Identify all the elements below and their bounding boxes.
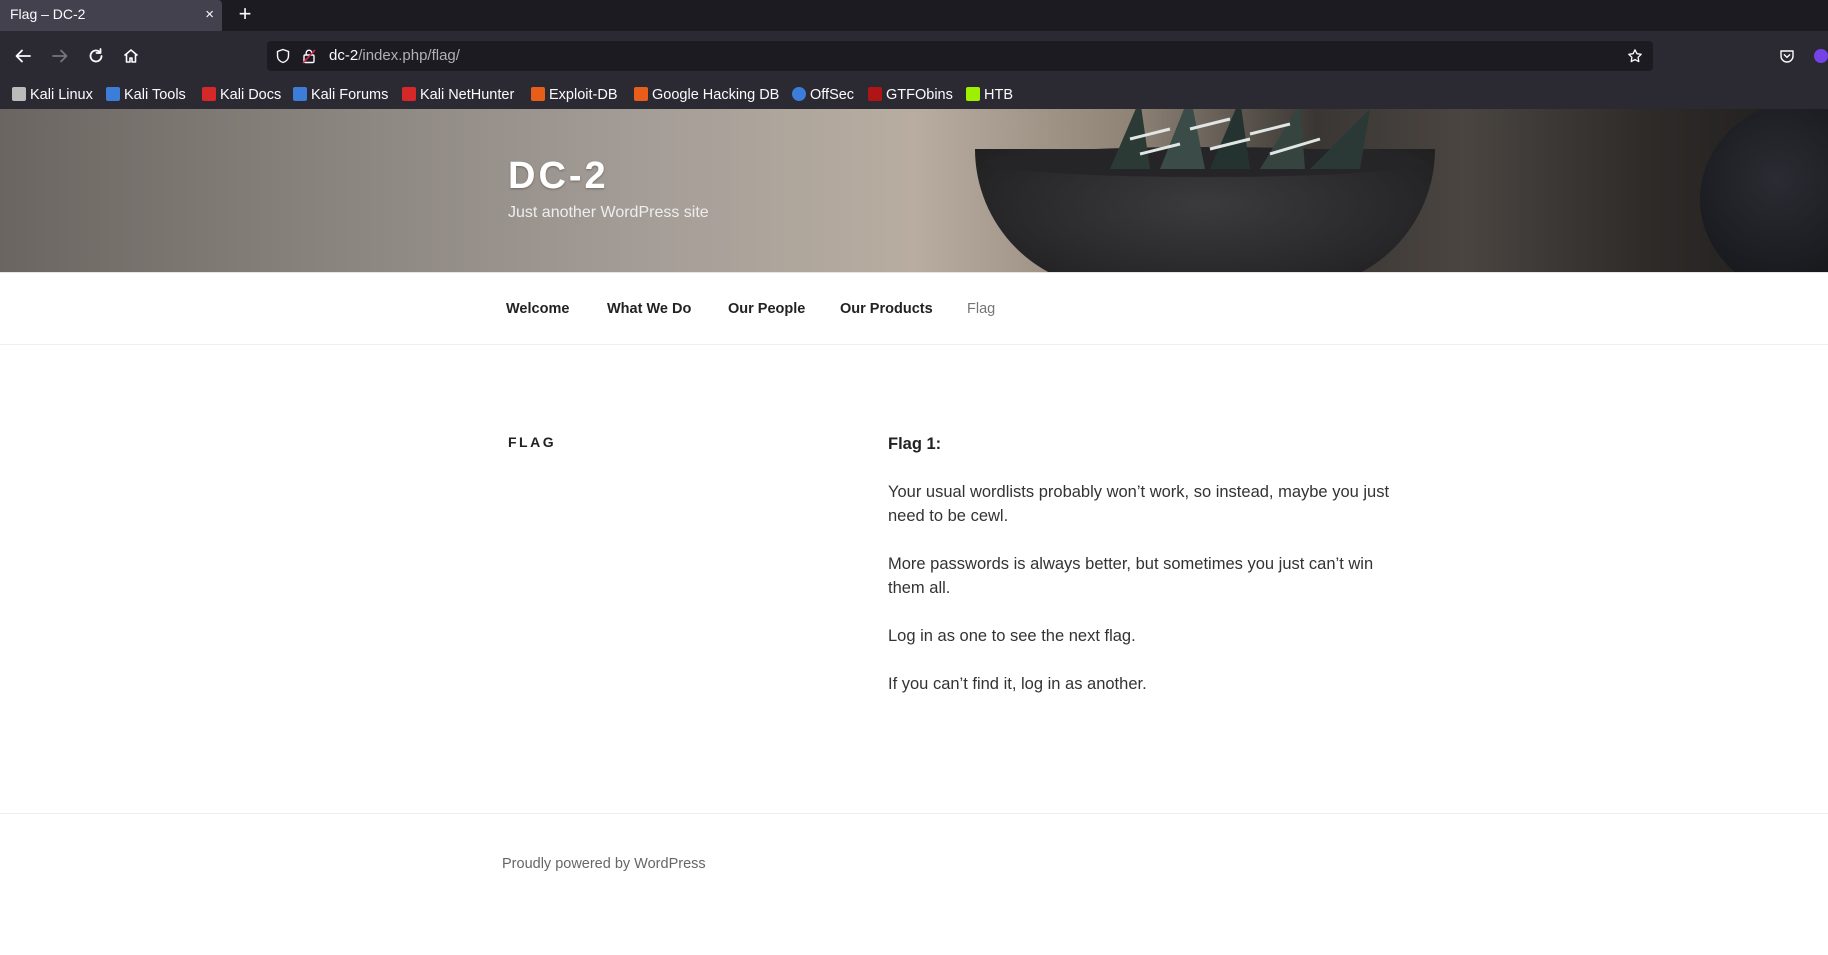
back-button[interactable] (11, 44, 35, 68)
menu-item-flag[interactable]: Flag (967, 273, 995, 345)
bookmark-label: HTB (984, 87, 1013, 103)
bookmark-htb[interactable]: HTB (966, 81, 1013, 109)
menu-item-our-people[interactable]: Our People (728, 273, 805, 345)
entry-paragraph: More passwords is always better, but som… (888, 555, 1374, 597)
offsec-icon (792, 87, 806, 101)
bookmark-kali-forums[interactable]: Kali Forums (293, 81, 388, 109)
bookmark-label: GTFObins (886, 87, 953, 103)
menu-item-our-products[interactable]: Our Products (840, 273, 933, 345)
site-description: Just another WordPress site (508, 204, 709, 221)
site-footer: Proudly powered by WordPress (0, 813, 1828, 955)
kali-docs-icon (202, 87, 216, 101)
bookmark-star-icon[interactable] (1627, 48, 1643, 64)
bookmark-kali-docs[interactable]: Kali Docs (202, 81, 281, 109)
new-tab-button[interactable]: + (234, 0, 256, 29)
bookmark-label: Kali Docs (220, 87, 282, 103)
bookmark-google-hacking-db[interactable]: Google Hacking DB (634, 81, 779, 109)
bookmark-kali-linux[interactable]: Kali Linux (12, 81, 93, 109)
address-bar[interactable]: dc-2/index.php/flag/ (267, 41, 1653, 71)
navigation-toolbar: dc-2/index.php/flag/ (0, 31, 1828, 81)
header-image-plant (1110, 109, 1370, 169)
menu-item-what-we-do[interactable]: What We Do (607, 273, 691, 345)
extension-icon (1814, 49, 1828, 63)
bookmark-exploit-db[interactable]: Exploit-DB (531, 81, 618, 109)
flag-heading: Flag 1: (888, 435, 942, 453)
url-text[interactable]: dc-2/index.php/flag/ (329, 41, 460, 71)
url-path: /index.php/flag/ (358, 47, 460, 64)
ghdb-icon (634, 87, 648, 101)
bookmarks-toolbar: Kali Linux Kali Tools Kali Docs Kali For… (0, 81, 1828, 109)
bookmark-label: Kali Tools (124, 87, 186, 103)
site-header: DC-2 Just another WordPress site (0, 109, 1828, 272)
bookmark-label: Kali NetHunter (420, 87, 515, 103)
pocket-icon (1780, 50, 1794, 63)
bookmark-label: Kali Forums (311, 87, 389, 103)
url-host: dc-2 (329, 47, 359, 64)
extension-button[interactable] (1810, 44, 1828, 68)
header-image-sphere (1700, 109, 1828, 272)
bookmark-gtfobins[interactable]: GTFObins (868, 81, 953, 109)
forward-arrow-icon (52, 49, 68, 63)
htb-icon (966, 87, 980, 101)
reload-icon (89, 48, 103, 63)
bookmark-label: OffSec (810, 87, 855, 103)
kali-forums-icon (293, 87, 307, 101)
kali-dragon-icon (12, 87, 26, 101)
bookmark-offsec[interactable]: OffSec (792, 81, 854, 109)
reload-button[interactable] (84, 44, 108, 68)
powered-by-wordpress-link[interactable]: Proudly powered by WordPress (502, 856, 706, 872)
tab-bar: Flag – DC-2 × + (0, 0, 1828, 31)
active-tab[interactable]: Flag – DC-2 × (0, 0, 222, 31)
home-icon (123, 49, 139, 63)
site-navigation: Welcome What We Do Our People Our Produc… (0, 272, 1828, 345)
entry-paragraph: If you can’t find it, log in as another. (888, 675, 1147, 693)
bookmark-kali-tools[interactable]: Kali Tools (106, 81, 186, 109)
bookmark-label: Exploit-DB (549, 87, 618, 103)
kali-tools-icon (106, 87, 120, 101)
exploit-db-icon (531, 87, 545, 101)
gtfobins-icon (868, 87, 882, 101)
tab-close-button[interactable]: × (205, 0, 214, 29)
back-arrow-icon (15, 49, 31, 63)
forward-button[interactable] (48, 44, 72, 68)
site-title[interactable]: DC-2 (508, 155, 609, 198)
shield-icon[interactable] (275, 48, 291, 64)
home-button[interactable] (119, 44, 143, 68)
tab-title: Flag – DC-2 (10, 6, 86, 22)
bookmark-label: Google Hacking DB (652, 87, 780, 103)
insecure-lock-icon[interactable] (301, 48, 317, 64)
menu-item-welcome[interactable]: Welcome (506, 273, 569, 345)
bookmark-kali-nethunter[interactable]: Kali NetHunter (402, 81, 514, 109)
bookmark-label: Kali Linux (30, 87, 93, 103)
entry-paragraph: Log in as one to see the next flag. (888, 627, 1136, 645)
pocket-button[interactable] (1775, 44, 1799, 68)
entry-content: Flag 1: Your usual wordlists probably wo… (888, 432, 1398, 720)
nethunter-icon (402, 87, 416, 101)
page-title: FLAG (508, 434, 557, 450)
entry-paragraph: Your usual wordlists probably won’t work… (888, 483, 1390, 525)
